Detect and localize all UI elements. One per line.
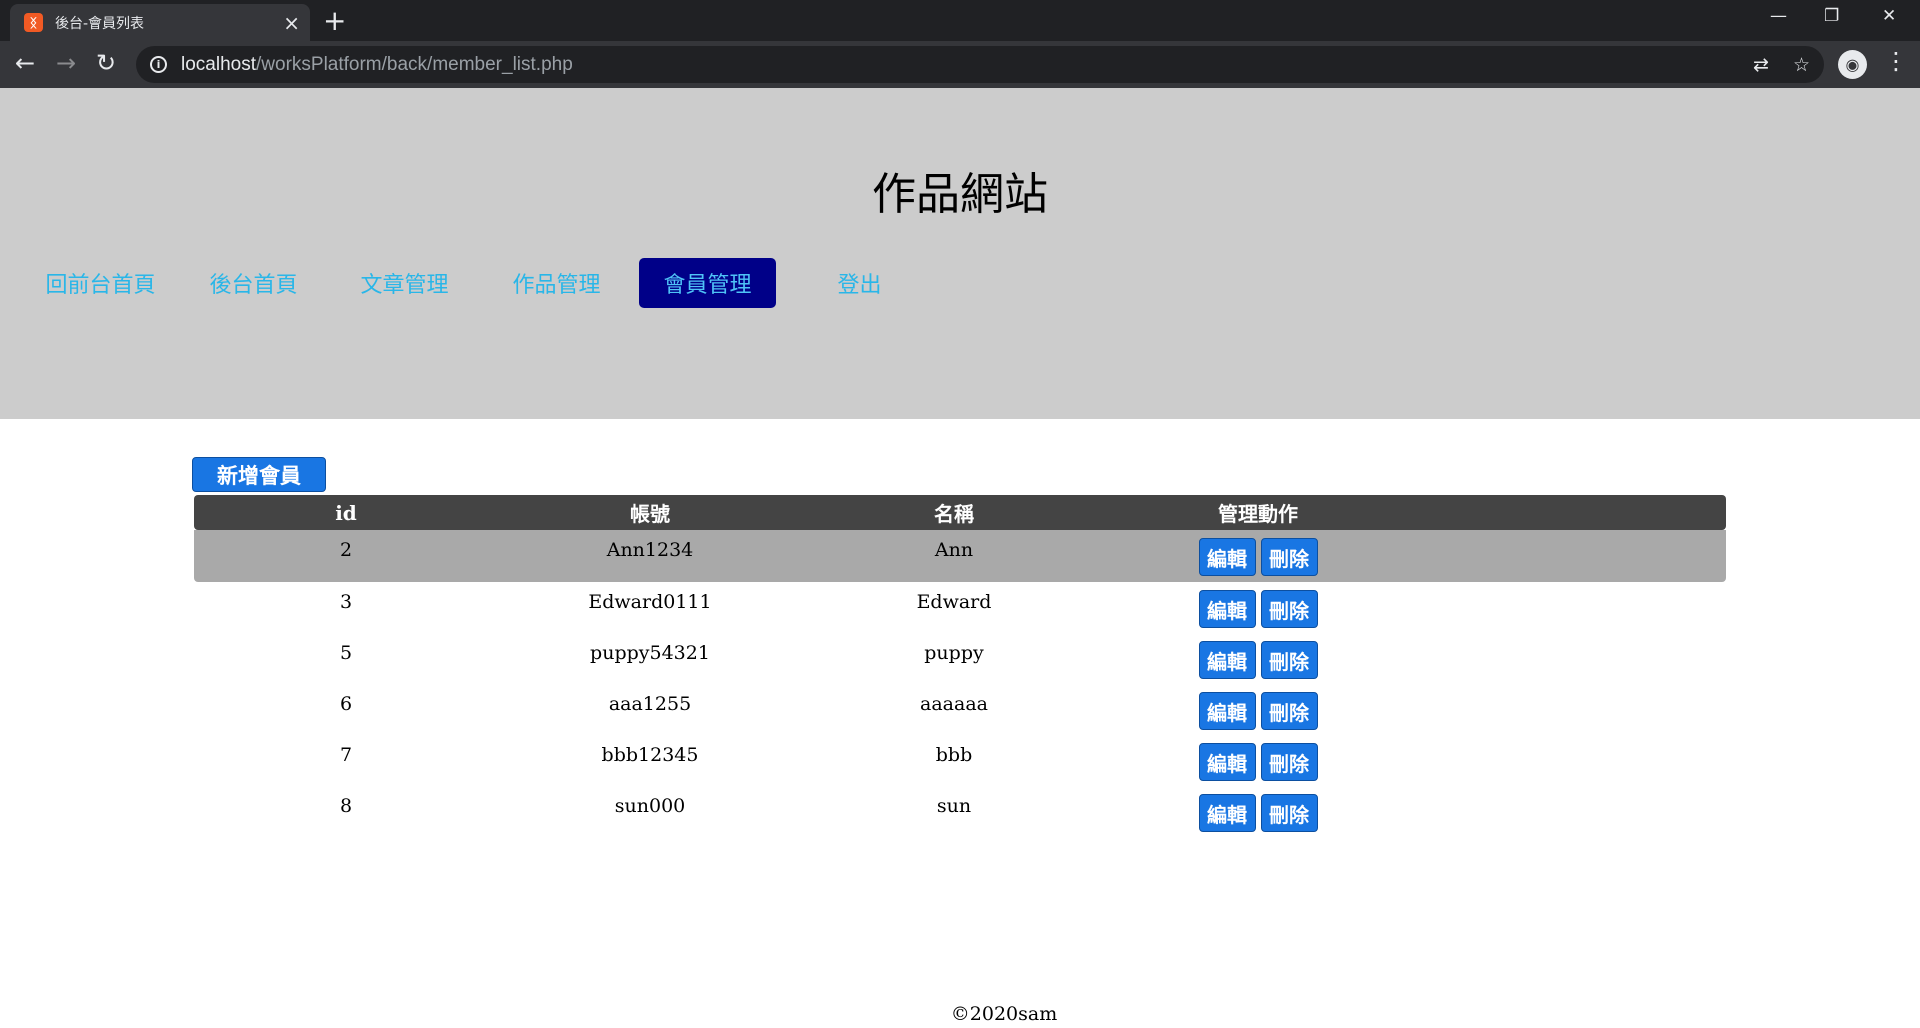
column-header-id: id	[335, 500, 357, 525]
member-id: 3	[339, 591, 353, 613]
more-menu-icon[interactable]: ⋮	[1884, 47, 1908, 75]
member-actions: 編輯 刪除	[1106, 692, 1410, 730]
delete-button[interactable]: 刪除	[1260, 743, 1318, 781]
new-tab-icon[interactable]: +	[323, 7, 346, 35]
column-header-actions: 管理動作	[1218, 502, 1298, 526]
table-header: id 帳號 名稱 管理動作	[194, 495, 1726, 530]
member-name: sun	[936, 795, 972, 817]
member-actions: 編輯 刪除	[1106, 538, 1410, 576]
site-title: 作品網站	[872, 169, 1048, 220]
bookmark-star-icon[interactable]: ☆	[1793, 54, 1810, 76]
nav-back-home[interactable]: 後台首頁	[185, 258, 322, 308]
edit-button[interactable]: 編輯	[1198, 590, 1256, 628]
member-name: Ann	[934, 539, 974, 561]
browser-tab-bar: ᛝ 後台-會員列表 × + — ❐ ✕	[0, 0, 1920, 41]
member-id: 7	[339, 744, 353, 766]
edit-button[interactable]: 編輯	[1198, 692, 1256, 730]
member-account: Edward0111	[588, 591, 712, 613]
column-header-account: 帳號	[630, 502, 670, 526]
member-name: puppy	[924, 642, 984, 664]
table-row: 5 puppy54321 puppy 編輯 刪除	[194, 633, 1726, 684]
member-account: puppy54321	[590, 642, 710, 664]
restore-icon[interactable]: ❐	[1824, 6, 1839, 26]
member-id: 5	[339, 642, 353, 664]
browser-toolbar: ← → ↻ i localhost/worksPlatform/back/mem…	[0, 41, 1920, 88]
member-id: 2	[339, 539, 353, 561]
close-window-icon[interactable]: ✕	[1882, 6, 1896, 26]
member-account: bbb12345	[601, 744, 699, 766]
edit-button[interactable]: 編輯	[1198, 641, 1256, 679]
delete-button[interactable]: 刪除	[1260, 641, 1318, 679]
info-icon[interactable]: i	[150, 56, 167, 73]
nav-logout[interactable]: 登出	[791, 258, 928, 308]
xampp-icon: ᛝ	[24, 13, 43, 32]
member-id: 6	[339, 693, 353, 715]
column-header-name: 名稱	[934, 502, 974, 526]
address-bar[interactable]: i localhost/worksPlatform/back/member_li…	[136, 46, 1824, 83]
add-member-button[interactable]: 新增會員	[192, 457, 326, 492]
tab-title: 後台-會員列表	[55, 15, 145, 32]
table-row: 3 Edward0111 Edward 編輯 刪除	[194, 582, 1726, 633]
footer-copyright: ©2020sam	[950, 1003, 1058, 1025]
delete-button[interactable]: 刪除	[1260, 692, 1318, 730]
delete-button[interactable]: 刪除	[1260, 538, 1318, 576]
close-tab-icon[interactable]: ×	[283, 13, 300, 33]
url-text: localhost/worksPlatform/back/member_list…	[181, 53, 573, 75]
table-row: 8 sun000 sun 編輯 刪除	[194, 786, 1726, 837]
edit-button[interactable]: 編輯	[1198, 538, 1256, 576]
table-row: 2 Ann1234 Ann 編輯 刪除	[194, 530, 1726, 582]
nav-front-home[interactable]: 回前台首頁	[32, 258, 169, 308]
back-icon[interactable]: ←	[15, 49, 35, 77]
member-actions: 編輯 刪除	[1106, 794, 1410, 832]
delete-button[interactable]: 刪除	[1260, 794, 1318, 832]
table-row: 6 aaa1255 aaaaaa 編輯 刪除	[194, 684, 1726, 735]
translate-icon[interactable]: ⇄	[1753, 54, 1769, 76]
site-header: 作品網站 回前台首頁 後台首頁 文章管理 作品管理 會員管理 登出	[0, 88, 1920, 419]
main-nav: 回前台首頁 後台首頁 文章管理 作品管理 會員管理 登出	[0, 258, 1920, 308]
delete-button[interactable]: 刪除	[1260, 590, 1318, 628]
member-table: id 帳號 名稱 管理動作 2 Ann1234 Ann 編輯 刪除 3 Edwa…	[194, 495, 1726, 837]
forward-icon[interactable]: →	[56, 49, 76, 77]
table-row: 7 bbb12345 bbb 編輯 刪除	[194, 735, 1726, 786]
member-account: Ann1234	[606, 539, 694, 561]
member-name: bbb	[935, 744, 973, 766]
member-account: sun000	[614, 795, 686, 817]
member-account: aaa1255	[608, 693, 692, 715]
member-name: aaaaaa	[920, 693, 988, 715]
browser-tab[interactable]: ᛝ 後台-會員列表 ×	[10, 4, 310, 41]
reload-icon[interactable]: ↻	[96, 49, 116, 77]
member-actions: 編輯 刪除	[1106, 590, 1410, 628]
minimize-icon[interactable]: —	[1770, 6, 1787, 26]
nav-works-manage[interactable]: 作品管理	[488, 258, 625, 308]
member-actions: 編輯 刪除	[1106, 641, 1410, 679]
incognito-icon[interactable]: ◉	[1838, 50, 1867, 79]
member-id: 8	[339, 795, 353, 817]
nav-article-manage[interactable]: 文章管理	[336, 258, 473, 308]
edit-button[interactable]: 編輯	[1198, 794, 1256, 832]
nav-member-manage[interactable]: 會員管理	[639, 258, 776, 308]
member-name: Edward	[916, 591, 992, 613]
edit-button[interactable]: 編輯	[1198, 743, 1256, 781]
member-actions: 編輯 刪除	[1106, 743, 1410, 781]
